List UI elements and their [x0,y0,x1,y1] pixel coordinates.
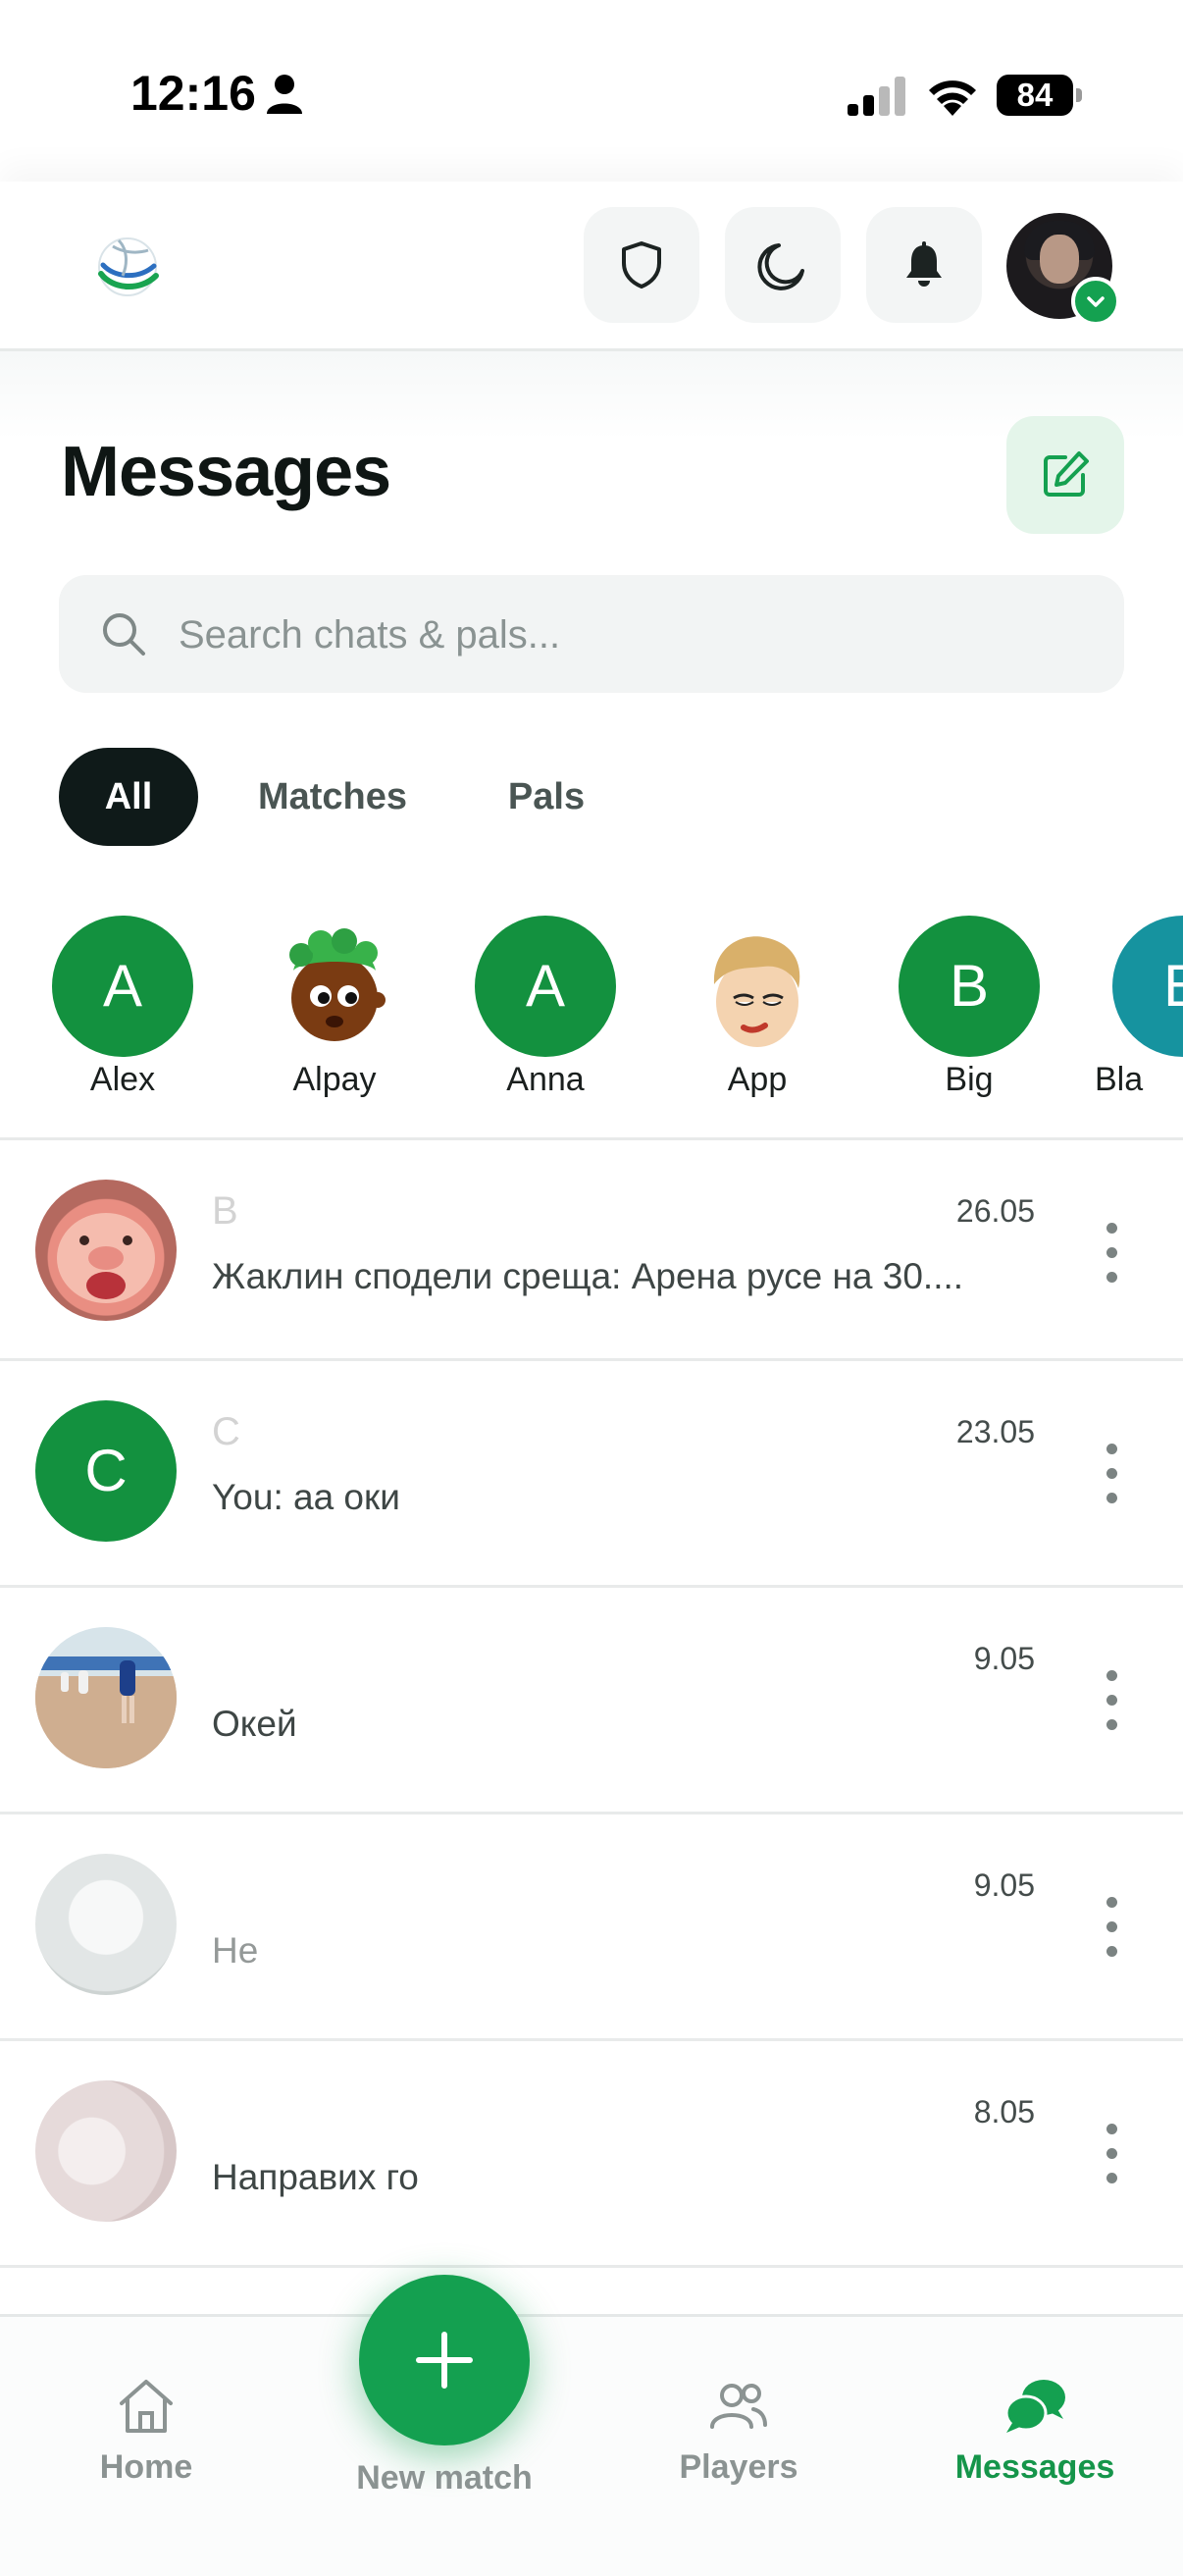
chat-preview: Жаклин сподели среща: Арена русе на 30..… [212,1256,964,1296]
chat-preview: Не [212,1930,259,1971]
chat-date: 9.05 [973,1641,1035,1676]
more-options-icon[interactable] [1095,1440,1130,1508]
filter-pals[interactable]: Pals [490,748,602,846]
chat-avatar [35,1854,177,1995]
pal-name: Alex [89,1061,156,1098]
pal-name: Alpay [292,1061,377,1098]
search-bar[interactable] [59,575,1124,695]
pal-alpay[interactable]: Alpay [246,916,423,1102]
dark-mode-button[interactable] [725,207,841,323]
status-bar: 12:16 84 [0,0,1183,182]
filter-all[interactable]: All [59,748,198,846]
chat-name: В [212,1189,238,1233]
gym-photo-icon [35,1627,177,1768]
pal-avatar: A [52,916,193,1057]
battery-level: 84 [997,75,1073,116]
logo-icon[interactable] [93,233,162,301]
more-options-icon[interactable] [1095,1666,1130,1735]
cellular-signal-icon [848,77,905,116]
compose-icon [1044,451,1089,497]
chat-avatar: C [35,1400,177,1542]
chat-date: 9.05 [973,1867,1035,1903]
pal-app[interactable]: App [669,916,846,1102]
pal-name: App [727,1061,788,1098]
chat-item[interactable]: 9.05 Не [0,1814,1183,2038]
nav-players-label: Players [679,2448,798,2486]
chat-item[interactable]: C С 23.05 You: аа оки [0,1361,1183,1585]
cartoon-avatar-icon [713,936,800,1047]
plus-icon [416,2332,473,2389]
new-match-button[interactable] [359,2275,530,2445]
search-icon [103,613,145,656]
shield-icon [622,241,661,289]
chat-avatar [35,2080,177,2222]
check-icon [1087,296,1105,307]
nav-home-label: Home [99,2448,193,2486]
chat-date: 26.05 [955,1193,1035,1229]
pal-alex[interactable]: A Alex [34,916,211,1102]
bottom-navigation: Home Players Messages [0,2314,1183,2576]
pal-bla[interactable]: B Bla [1095,916,1183,1102]
wifi-icon [929,80,976,116]
nav-home[interactable]: Home [28,2372,264,2487]
chat-item[interactable]: 9.05 Окей [0,1588,1183,1812]
notifications-button[interactable] [866,207,982,323]
home-icon [120,2380,173,2433]
nav-players[interactable]: Players [621,2372,856,2487]
pal-avatar: B [899,916,1040,1057]
chat-preview: Направих го [212,2157,419,2197]
pal-big[interactable]: B Big [881,916,1057,1102]
pal-anna[interactable]: A Anna [457,916,634,1102]
nav-messages-label: Messages [954,2448,1115,2486]
pal-avatar: B [1112,916,1183,1057]
online-status-badge [1071,277,1120,326]
filter-matches[interactable]: Matches [245,748,420,846]
chat-preview: You: аа оки [212,1477,400,1517]
more-options-icon[interactable] [1095,2120,1130,2188]
privacy-shield-button[interactable] [584,207,699,323]
pal-name: Big [945,1061,994,1098]
app-header [0,182,1183,351]
nav-messages[interactable]: Messages [917,2372,1153,2487]
more-options-icon[interactable] [1095,1219,1130,1288]
chat-item[interactable]: В 26.05 Жаклин сподели среща: Арена русе… [0,1140,1183,1364]
chat-preview: Окей [212,1704,297,1744]
pal-name: Anna [506,1061,585,1098]
search-input[interactable] [177,575,1093,695]
chat-avatar [35,1627,177,1768]
battery-icon: 84 [997,75,1082,116]
chat-bubbles-icon [1004,2380,1065,2433]
chat-name: С [212,1410,240,1453]
new-message-button[interactable] [1006,416,1124,534]
chat-date: 8.05 [973,2094,1035,2129]
pal-name: Bla [1095,1061,1144,1098]
bell-icon [906,241,942,287]
divider [0,2265,1183,2268]
moon-icon [757,243,804,290]
person-icon [267,75,302,114]
pig-photo-icon [57,1213,155,1303]
chat-item[interactable]: 8.05 Направих го [0,2041,1183,2265]
players-icon [710,2384,767,2429]
page-title: Messages [61,433,391,511]
chat-date: 23.05 [955,1414,1035,1449]
new-match-label: New match [356,2459,533,2497]
pal-avatar: A [475,916,616,1057]
more-options-icon[interactable] [1095,1893,1130,1962]
cartoon-avatar-icon [289,928,386,1041]
status-time: 12:16 [130,66,256,121]
chat-avatar [35,1180,177,1321]
